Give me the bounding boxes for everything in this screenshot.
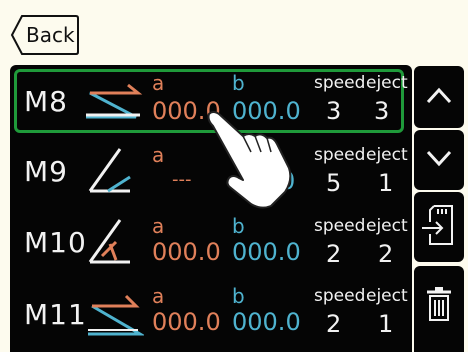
- eject-value: 1: [378, 310, 394, 338]
- angle-profile-icon: [88, 219, 130, 264]
- speed-value: 3: [326, 97, 342, 125]
- trash-icon: [427, 287, 451, 321]
- a-label: a: [152, 143, 165, 167]
- eject-value: 3: [374, 97, 390, 125]
- eject-label: eject: [366, 73, 408, 93]
- list-item-m11[interactable]: M11 a 000.0 b 000.0 speed eject 2 1: [10, 278, 412, 346]
- a-label: a: [152, 284, 165, 308]
- a-value: 000.0: [152, 308, 221, 336]
- b-label: b: [232, 71, 245, 95]
- motor-name: M8: [24, 85, 68, 118]
- chevron-up-icon: [426, 87, 452, 104]
- speed-label: speed: [314, 145, 366, 165]
- angle-profile-icon: [88, 148, 131, 193]
- motor-name: M9: [24, 155, 68, 188]
- eject-label: eject: [366, 216, 408, 236]
- a-value: 000.0: [152, 238, 221, 266]
- speed-label: speed: [314, 73, 366, 93]
- a-label: a: [152, 71, 165, 95]
- b-label: b: [232, 284, 245, 308]
- speed-value: 2: [326, 240, 342, 268]
- bend-profile-icon: [88, 294, 144, 336]
- motor-name: M11: [24, 298, 87, 331]
- list-item-m10[interactable]: M10 a 000.0 b 000.0 speed eject 2 2: [10, 208, 412, 276]
- back-button-label: Back: [26, 23, 75, 47]
- speed-value: 5: [326, 169, 342, 197]
- pointing-hand-icon: [207, 111, 292, 209]
- eject-value: 2: [378, 240, 394, 268]
- scroll-down-button[interactable]: [414, 130, 464, 190]
- bend-profile-icon: [86, 83, 143, 119]
- import-file-icon: [422, 205, 453, 245]
- b-label: b: [232, 214, 245, 238]
- a-label: a: [152, 214, 165, 238]
- import-button[interactable]: [414, 192, 464, 262]
- speed-value: 2: [326, 310, 342, 338]
- delete-button[interactable]: [414, 266, 464, 352]
- speed-label: speed: [314, 216, 366, 236]
- motor-name: M10: [24, 226, 87, 259]
- b-value: 000.0: [232, 238, 301, 266]
- b-value: 000.0: [232, 308, 301, 336]
- back-button[interactable]: Back: [10, 14, 80, 56]
- speed-label: speed: [314, 286, 366, 306]
- eject-label: eject: [366, 286, 408, 306]
- chevron-down-icon: [426, 150, 452, 167]
- scroll-up-button[interactable]: [414, 66, 464, 128]
- eject-value: 1: [378, 169, 394, 197]
- eject-label: eject: [366, 145, 408, 165]
- a-value: ---: [172, 169, 192, 190]
